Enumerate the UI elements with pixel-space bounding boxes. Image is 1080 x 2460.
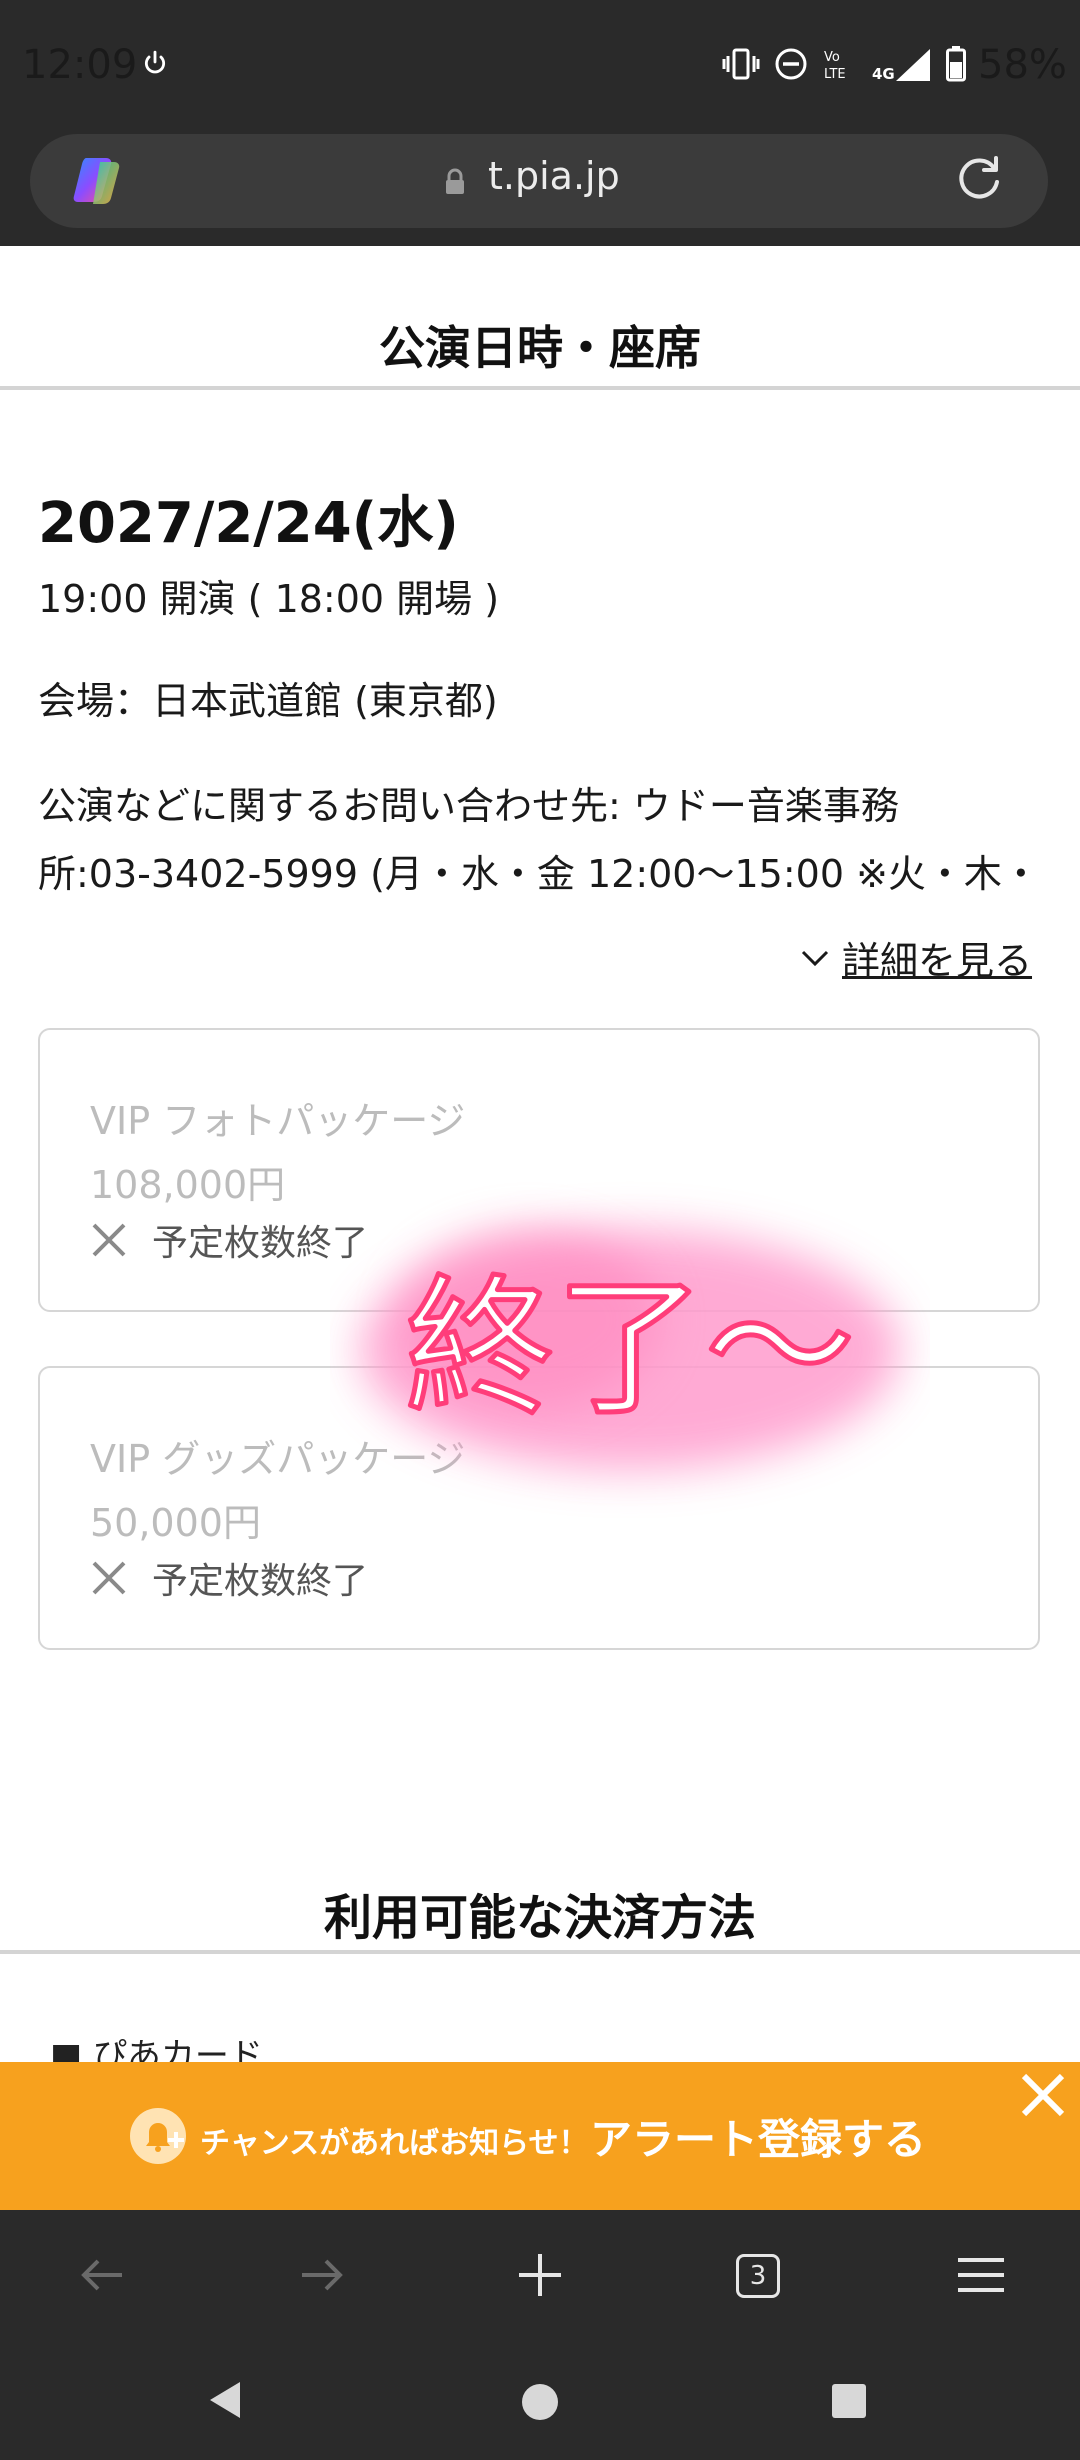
status-icons: Vo LTE 4G: [722, 44, 966, 84]
4g-signal-icon: 4G: [872, 49, 930, 83]
lock-icon: [446, 168, 464, 194]
ticket-price: 108,000円: [90, 1163, 286, 1207]
close-icon: [92, 1223, 126, 1257]
performance-date: 2027/2/24(水): [38, 491, 459, 556]
do-not-disturb-icon: [775, 48, 807, 80]
contact-line-1: 公演などに関するお問い合わせ先: ウドー音楽事務: [38, 784, 899, 828]
svg-text:4G: 4G: [872, 65, 895, 83]
close-icon[interactable]: [1018, 2070, 1068, 2120]
ticket-card-photo-package: VIP フォトパッケージ 108,000円 予定枚数終了: [38, 1028, 1040, 1312]
power-icon: [144, 50, 166, 74]
tab-switcher-button[interactable]: 3: [736, 2254, 780, 2298]
system-back-icon[interactable]: [204, 2378, 244, 2422]
svg-text:Vo: Vo: [824, 50, 840, 65]
ticket-name: VIP グッズパッケージ: [90, 1437, 466, 1481]
payment-divider: [0, 1950, 1080, 1954]
system-recents-icon[interactable]: [830, 2382, 868, 2420]
contact-line-2: 所:03-3402-5999 (月・水・金 12:00～15:00 ※火・木・: [38, 852, 1040, 896]
alert-register-button[interactable]: アラート登録する: [590, 2106, 926, 2167]
status-time: 12:09: [22, 42, 138, 88]
system-home-icon[interactable]: [520, 2382, 560, 2422]
page-title: 公演日時・座席: [379, 321, 701, 375]
heading-divider: [0, 386, 1080, 390]
performance-time: 19:00 開演 ( 18:00 開場 ): [38, 577, 500, 621]
new-tab-plus-icon[interactable]: [513, 2248, 567, 2302]
volte-icon: Vo LTE: [824, 50, 846, 82]
battery-percentage: 58%: [978, 42, 1067, 88]
alert-small-text[interactable]: チャンスがあればお知らせ！: [200, 2118, 589, 2162]
details-link[interactable]: 詳細を見る: [800, 930, 1032, 985]
ticket-status-label: 予定枚数終了: [152, 1223, 369, 1264]
ticket-card-goods-package: VIP グッズパッケージ 50,000円 予定枚数終了: [38, 1366, 1040, 1650]
svg-text:LTE: LTE: [824, 67, 846, 82]
back-arrow-icon[interactable]: [76, 2248, 130, 2302]
reload-icon[interactable]: [952, 152, 1006, 206]
menu-icon[interactable]: [954, 2248, 1008, 2302]
bell-plus-icon: [130, 2108, 186, 2164]
ticket-status-label: 予定枚数終了: [152, 1561, 369, 1602]
details-link-label[interactable]: 詳細を見る: [842, 930, 1032, 985]
close-icon: [92, 1561, 126, 1595]
payment-methods-heading: 利用可能な決済方法: [323, 1890, 756, 1946]
ticket-status: 予定枚数終了: [90, 1552, 368, 1604]
url-text[interactable]: t.pia.jp: [488, 154, 620, 198]
contact-info: 公演などに関するお問い合わせ先: ウドー音楽事務 所:03-3402-5999 …: [38, 772, 1042, 908]
battery-icon: [946, 46, 966, 82]
copilot-logo-icon[interactable]: [70, 152, 128, 210]
vibrate-icon: [722, 48, 760, 80]
tab-count: 3: [749, 2261, 767, 2291]
ticket-status: 予定枚数終了: [90, 1214, 368, 1266]
forward-arrow-icon[interactable]: [294, 2248, 348, 2302]
venue: 会場：日本武道館 (東京都): [38, 679, 498, 723]
ticket-price: 50,000円: [90, 1501, 261, 1545]
chevron-down-icon: [801, 950, 829, 966]
ticket-name: VIP フォトパッケージ: [90, 1099, 466, 1143]
